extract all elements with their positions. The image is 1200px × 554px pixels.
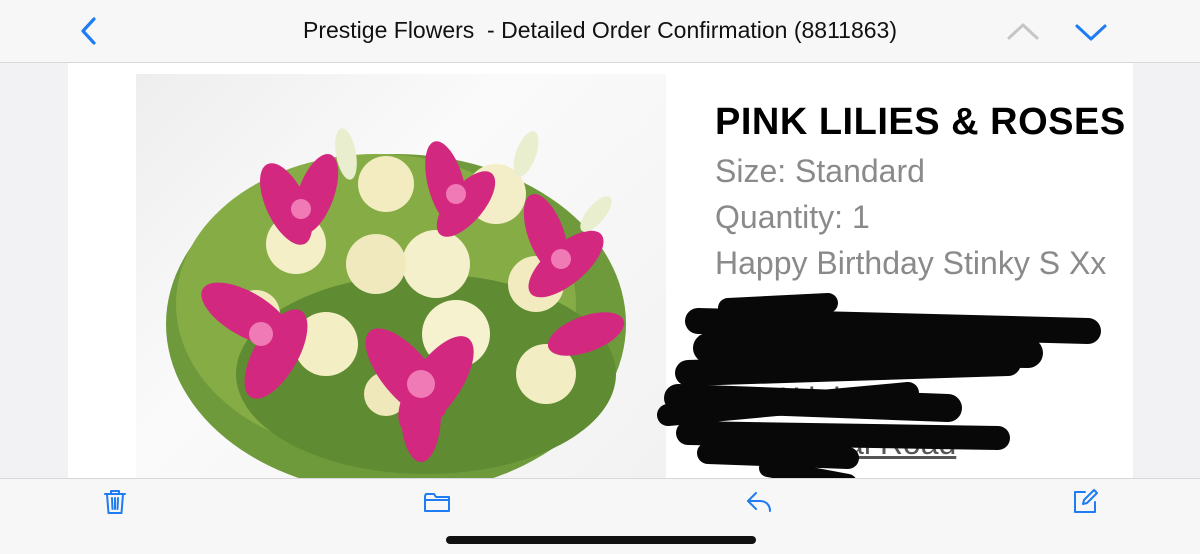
gift-message: Happy Birthday Stinky S Xx <box>715 245 1107 281</box>
mail-screen: Prestige Flowers - Detailed Order Confir… <box>0 0 1200 554</box>
email-subject-title: Prestige Flowers - Detailed Order Confir… <box>303 17 897 43</box>
next-message-button[interactable] <box>1072 18 1110 46</box>
address-street[interactable]: 11 Imperial Road <box>715 425 956 462</box>
home-indicator[interactable] <box>446 536 756 544</box>
product-title: PINK LILIES & ROSES <box>715 101 1126 143</box>
product-quantity: Quantity: 1 <box>715 199 870 235</box>
bottom-toolbar <box>0 478 1200 554</box>
product-image[interactable] <box>136 74 666 478</box>
bouquet-illustration <box>166 128 626 478</box>
compose-icon <box>1074 489 1098 513</box>
delivery-address-heading: ss: <box>735 335 776 371</box>
email-body[interactable]: PINK LILIES & ROSES Size: Standard Quant… <box>68 63 1133 478</box>
navigation-bar: Prestige Flowers - Detailed Order Confir… <box>0 0 1200 63</box>
chevron-left-icon <box>81 17 96 45</box>
folder-icon <box>424 493 450 512</box>
trash-icon <box>104 490 126 514</box>
reply-icon <box>747 492 771 512</box>
chevron-up-icon <box>1007 23 1039 40</box>
reply-button[interactable] <box>744 487 774 517</box>
chevron-down-icon <box>1075 24 1107 41</box>
compose-button[interactable] <box>1070 487 1100 517</box>
back-button[interactable] <box>74 14 104 48</box>
delete-button[interactable] <box>100 487 130 517</box>
address-recipient-name[interactable]: Wright <box>768 381 860 418</box>
move-to-folder-button[interactable] <box>422 487 452 517</box>
previous-message-button[interactable] <box>1004 18 1042 46</box>
product-size: Size: Standard <box>715 153 925 189</box>
